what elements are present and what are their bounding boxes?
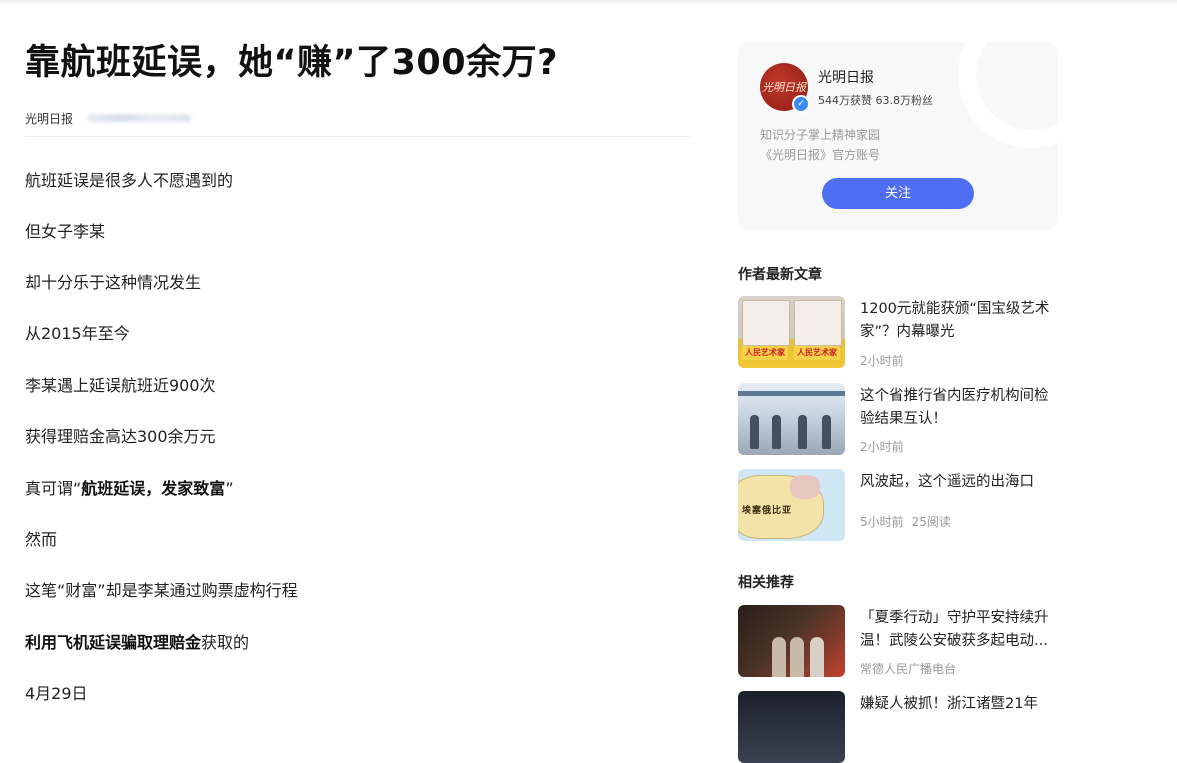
follow-button[interactable]: 关注: [822, 178, 974, 209]
article-thumbnail[interactable]: [738, 605, 845, 677]
author-bio-line-1: 知识分子掌上精神家园: [760, 128, 881, 142]
latest-article-title[interactable]: 风波起，这个遥远的出海口: [860, 471, 1060, 494]
article-paragraph: 利用飞机延误骗取理赔金获取的: [25, 632, 249, 654]
latest-article-time: 5小时前: [860, 515, 904, 529]
article-source[interactable]: 光明日报: [25, 110, 73, 127]
text: 4月29日: [25, 684, 88, 703]
article-publish-info-blurred: [87, 114, 192, 122]
article-thumbnail[interactable]: [738, 691, 845, 763]
article-paragraph: 这笔“财富”却是李某通过购票虚构行程: [25, 580, 298, 602]
latest-article-item[interactable]: 埃塞俄比亚 风波起，这个遥远的出海口 5小时前 25阅读: [738, 469, 1058, 541]
text: 这笔“财富”却是李某通过购票虚构行程: [25, 581, 298, 600]
certificate-image: [742, 300, 790, 346]
text: 航班延误是很多人不愿遇到的: [25, 171, 234, 190]
thumbnail-figure: [810, 637, 824, 677]
text: 却十分乐于这种情况发生: [25, 273, 202, 292]
article-paragraph: 真可谓“航班延误，发家致富”: [25, 478, 234, 500]
author-name[interactable]: 光明日报: [818, 67, 874, 87]
thumbnail-stripe: [738, 391, 845, 396]
thumbnail-figure: [772, 415, 781, 449]
latest-article-item[interactable]: 这个省推行省内医疗机构间检验结果互认！ 2小时前: [738, 383, 1058, 455]
article-paragraph: 从2015年至今: [25, 323, 130, 345]
author-stats: 544万获赞 63.8万粉丝: [818, 94, 933, 107]
avatar-logo-text: 光明日报: [762, 81, 806, 94]
related-item-title[interactable]: 嫌疑人被抓！浙江诸暨21年: [860, 693, 1060, 716]
related-item[interactable]: 「夏季行动」守护平安持续升温！武陵公安破获多起电动... 常德人民广播电台: [738, 605, 1058, 677]
latest-article-meta: 2小时前: [860, 438, 904, 455]
thumbnail-figure: [822, 415, 831, 449]
author-card: 光明日报 ✓ 光明日报 544万获赞 63.8万粉丝 知识分子掌上精神家园 《光…: [738, 42, 1058, 230]
thumbnail-figure: [750, 415, 759, 449]
latest-article-meta: 5小时前 25阅读: [860, 513, 951, 530]
map-label: 埃塞俄比亚: [742, 506, 793, 516]
text: 然而: [25, 530, 58, 549]
thumbnail-label: 人民艺术家: [742, 346, 788, 360]
thumbnail-figure: [798, 415, 807, 449]
article-meta: 光明日报: [25, 108, 690, 128]
related-heading: 相关推荐: [738, 575, 794, 591]
article-paragraph: 但女子李某: [25, 221, 105, 243]
text: 获得理赔金高达300余万元: [25, 427, 216, 446]
text: 但女子李某: [25, 222, 106, 241]
text: 从2015年至今: [25, 324, 130, 343]
article-paragraph: 然而: [25, 529, 57, 551]
thumbnail-figure: [790, 637, 804, 677]
article-paragraph: 航班延误是很多人不愿遇到的: [25, 170, 233, 192]
latest-article-title[interactable]: 1200元就能获颁“国宝级艺术家”？内幕曝光: [860, 298, 1060, 344]
article-thumbnail[interactable]: 人民艺术家 人民艺术家: [738, 296, 845, 368]
latest-article-item[interactable]: 人民艺术家 人民艺术家 1200元就能获颁“国宝级艺术家”？内幕曝光 2小时前: [738, 296, 1058, 368]
latest-article-time: 2小时前: [860, 354, 904, 368]
author-bio-line-2: 《光明日报》官方账号: [760, 148, 881, 162]
article-thumbnail[interactable]: 埃塞俄比亚: [738, 469, 845, 541]
bold-text: 利用飞机延误骗取理赔金: [25, 633, 202, 652]
thumbnail-label: 人民艺术家: [794, 346, 840, 360]
latest-articles-heading: 作者最新文章: [738, 267, 822, 283]
certificate-image: [794, 300, 842, 346]
related-item-title[interactable]: 「夏季行动」守护平安持续升温！武陵公安破获多起电动...: [860, 607, 1060, 653]
text: 获取的: [201, 633, 250, 652]
related-item-source: 常德人民广播电台: [860, 662, 957, 676]
text: 真可谓“: [25, 479, 82, 498]
thumbnail-figure: [772, 637, 786, 677]
article-paragraph: 却十分乐于这种情况发生: [25, 272, 201, 294]
latest-article-title[interactable]: 这个省推行省内医疗机构间检验结果互认！: [860, 385, 1060, 431]
article: 靠航班延误，她“赚”了300余万? 光明日报 航班延误是很多人不愿遇到的 但女子李…: [25, 40, 690, 703]
article-paragraph: 李某遇上延误航班近900次: [25, 375, 216, 397]
divider: [25, 136, 690, 137]
latest-article-time: 2小时前: [860, 440, 904, 454]
latest-article-reads: 25阅读: [911, 515, 951, 529]
article-thumbnail[interactable]: [738, 383, 845, 455]
article-title: 靠航班延误，她“赚”了300余万?: [25, 43, 558, 83]
article-paragraph: 4月29日: [25, 683, 88, 705]
article-paragraph: 获得理赔金高达300余万元: [25, 426, 216, 448]
map-region: [790, 475, 820, 499]
latest-article-meta: 2小时前: [860, 352, 904, 369]
text: 李某遇上延误航班近900次: [25, 376, 216, 395]
top-shadow: [0, 0, 1177, 6]
card-decoration: [958, 42, 1058, 148]
text: ”: [225, 479, 234, 498]
bold-text: 航班延误，发家致富: [81, 479, 226, 498]
related-item[interactable]: 嫌疑人被抓！浙江诸暨21年: [738, 691, 1058, 763]
verified-check-icon: ✓: [792, 95, 810, 113]
